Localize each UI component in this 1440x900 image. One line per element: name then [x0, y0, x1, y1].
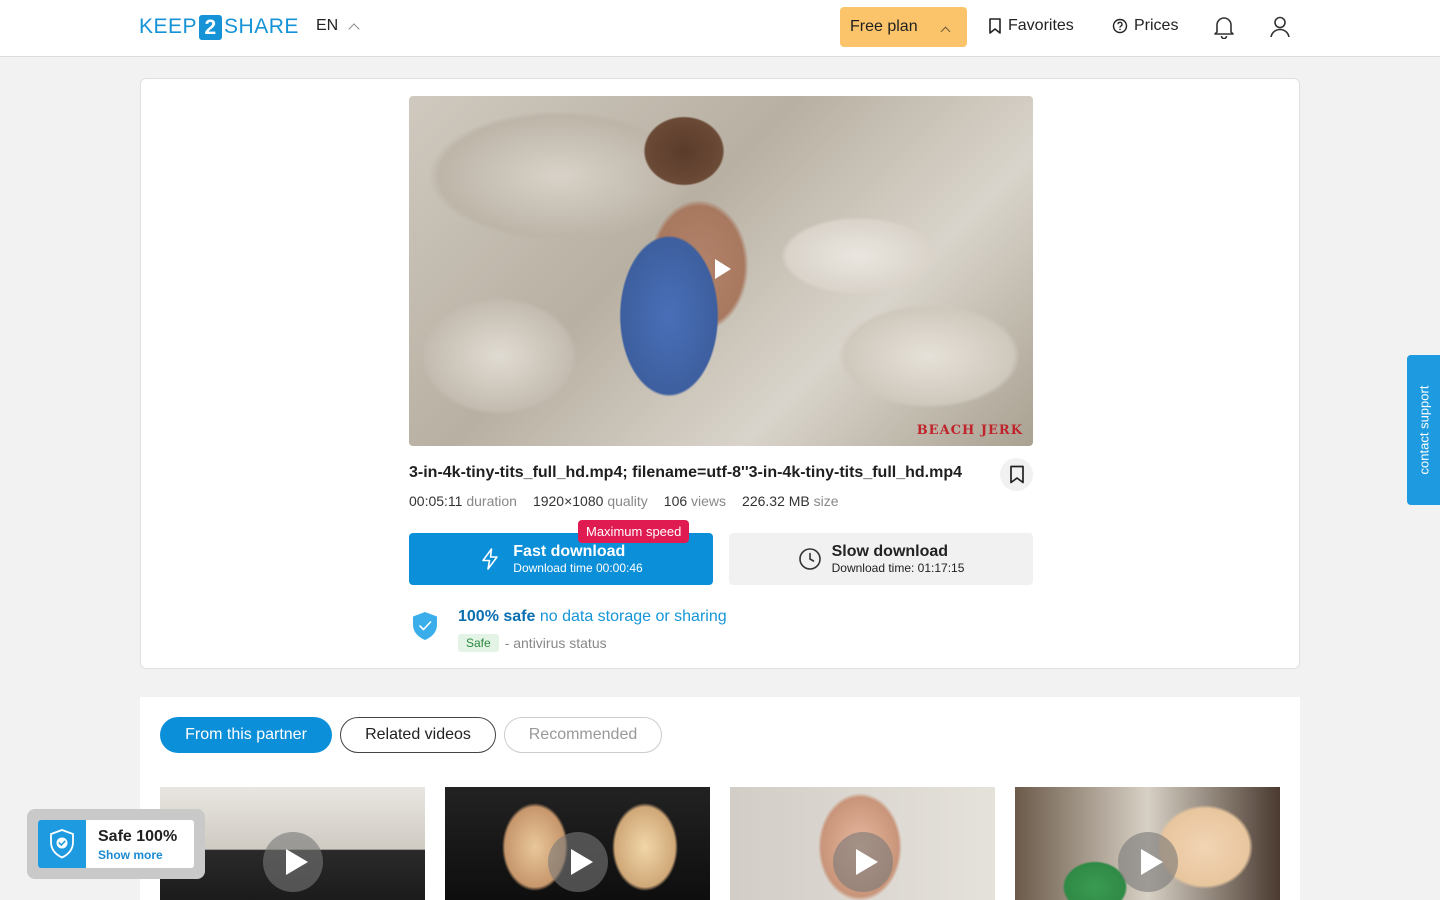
- video-thumbnail[interactable]: [445, 787, 710, 900]
- prices-link[interactable]: Prices: [1112, 17, 1178, 35]
- logo-number: 2: [199, 14, 223, 40]
- bookmark-icon: [989, 18, 1001, 34]
- duration-meta: 00:05:11 duration: [409, 493, 517, 509]
- safe-widget[interactable]: Safe 100% Show more: [27, 809, 205, 879]
- plan-label: Free plan: [850, 18, 918, 35]
- fast-download-time: Download time 00:00:46: [513, 560, 643, 575]
- file-title: 3-in-4k-tiny-tits_full_hd.mp4; filename=…: [409, 464, 962, 481]
- maximum-speed-badge: Maximum speed: [578, 520, 690, 543]
- views-meta: 106 views: [663, 493, 727, 509]
- safety-text: no data storage or sharing: [539, 608, 727, 625]
- file-card: BEACH JERK 3-in-4k-tiny-tits_full_hd.mp4…: [140, 78, 1300, 669]
- play-icon[interactable]: [1118, 832, 1178, 892]
- contact-support-tab[interactable]: contact support: [1407, 355, 1440, 505]
- fast-download-label: Fast download: [513, 542, 626, 560]
- safe-widget-title: Safe 100%: [98, 828, 178, 845]
- safe-tag: Safe: [458, 634, 499, 652]
- language-selector[interactable]: EN: [316, 17, 360, 35]
- file-meta: 00:05:11 duration 1920×1080 quality 106 …: [409, 493, 839, 509]
- tab-recommended[interactable]: Recommended: [504, 717, 662, 753]
- shield-check-icon: [50, 829, 74, 859]
- slow-download-time: Download time: 01:17:15: [831, 560, 965, 575]
- slow-download-button[interactable]: Slow download Download time: 01:17:15: [729, 533, 1033, 585]
- safety-line: 100% safe no data storage or sharing: [458, 608, 727, 626]
- play-icon[interactable]: [833, 832, 893, 892]
- video-preview[interactable]: BEACH JERK: [409, 96, 1033, 446]
- antivirus-status: Safe - antivirus status: [458, 634, 607, 652]
- fast-download-text: Fast download Download time 00:00:46: [513, 543, 642, 576]
- notifications-button[interactable]: [1213, 15, 1235, 44]
- safe-widget-body: Safe 100% Show more: [38, 820, 194, 868]
- contact-support-label: contact support: [1416, 385, 1431, 475]
- bookmark-icon: [1009, 465, 1024, 484]
- add-favorite-button[interactable]: [1000, 458, 1033, 491]
- play-icon[interactable]: [548, 832, 608, 892]
- antivirus-status-label: - antivirus status: [504, 635, 607, 651]
- tab-related-videos[interactable]: Related videos: [340, 717, 496, 753]
- logo-text-right: SHARE: [224, 15, 299, 38]
- video-thumbnail[interactable]: [1015, 787, 1280, 900]
- bell-icon: [1214, 17, 1234, 40]
- show-more-link[interactable]: Show more: [98, 848, 163, 862]
- chevron-up-icon: [348, 22, 360, 35]
- prices-label: Prices: [1134, 17, 1179, 34]
- top-header: KEEP 2 SHARE EN Free plan Favorites Prices: [0, 0, 1440, 57]
- slow-download-text: Slow download Download time: 01:17:15: [832, 543, 965, 576]
- safe-widget-badge: [38, 820, 86, 868]
- safety-strong: 100% safe: [458, 608, 536, 625]
- quality-meta: 1920×1080 quality: [532, 493, 648, 509]
- video-thumbnail[interactable]: [730, 787, 995, 900]
- user-account-button[interactable]: [1269, 15, 1291, 44]
- chevron-up-icon: [940, 26, 951, 37]
- site-logo[interactable]: KEEP 2 SHARE: [139, 14, 299, 40]
- slow-download-label: Slow download: [831, 542, 949, 560]
- lightning-icon: [482, 548, 499, 570]
- free-plan-button[interactable]: Free plan: [840, 7, 967, 47]
- shield-check-icon: [413, 612, 437, 640]
- favorites-link[interactable]: Favorites: [988, 17, 1074, 35]
- favorites-label: Favorites: [1008, 17, 1074, 34]
- language-label: EN: [316, 17, 339, 34]
- tab-from-this-partner[interactable]: From this partner: [160, 717, 332, 753]
- video-watermark: BEACH JERK: [916, 423, 1023, 438]
- size-meta: 226.32 MB size: [742, 493, 839, 509]
- related-section: From this partner Related videos Recomme…: [140, 697, 1300, 900]
- play-icon[interactable]: [715, 259, 731, 279]
- help-circle-icon: [1112, 18, 1128, 34]
- play-icon[interactable]: [263, 832, 323, 892]
- clock-icon: [798, 548, 821, 570]
- user-icon: [1270, 16, 1290, 38]
- logo-text-left: KEEP: [139, 15, 198, 38]
